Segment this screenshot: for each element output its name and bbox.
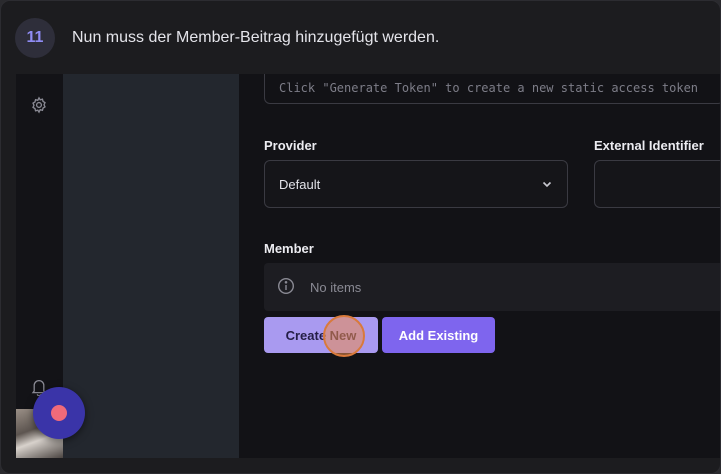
form-panel: Click "Generate Token" to create a new s… — [239, 74, 720, 458]
step-header: 11 Nun muss der Member-Beitrag hinzugefü… — [15, 16, 439, 60]
step-number-badge: 11 — [15, 18, 55, 58]
app-screenshot: Click "Generate Token" to create a new s… — [16, 74, 720, 458]
provider-selected-value: Default — [279, 177, 321, 192]
external-identifier-label: External Identifier — [594, 138, 704, 153]
tutorial-step-card: 11 Nun muss der Member-Beitrag hinzugefü… — [0, 0, 721, 474]
member-label: Member — [264, 241, 314, 256]
recorder-button[interactable] — [33, 387, 85, 439]
step-instruction: Nun muss der Member-Beitrag hinzugefügt … — [72, 29, 440, 46]
static-token-field[interactable]: Click "Generate Token" to create a new s… — [264, 74, 720, 104]
sidebar-panel — [63, 74, 239, 458]
click-highlight — [323, 315, 365, 357]
member-list: No items — [264, 263, 720, 311]
gear-icon[interactable] — [30, 96, 48, 114]
info-icon — [277, 277, 295, 295]
provider-select[interactable]: Default — [264, 160, 568, 208]
external-identifier-input[interactable] — [594, 160, 720, 208]
record-dot-icon — [51, 405, 67, 421]
provider-label: Provider — [264, 138, 317, 153]
member-empty-text: No items — [310, 280, 362, 295]
chevron-down-icon — [542, 181, 552, 188]
add-existing-button[interactable]: Add Existing — [382, 317, 495, 353]
